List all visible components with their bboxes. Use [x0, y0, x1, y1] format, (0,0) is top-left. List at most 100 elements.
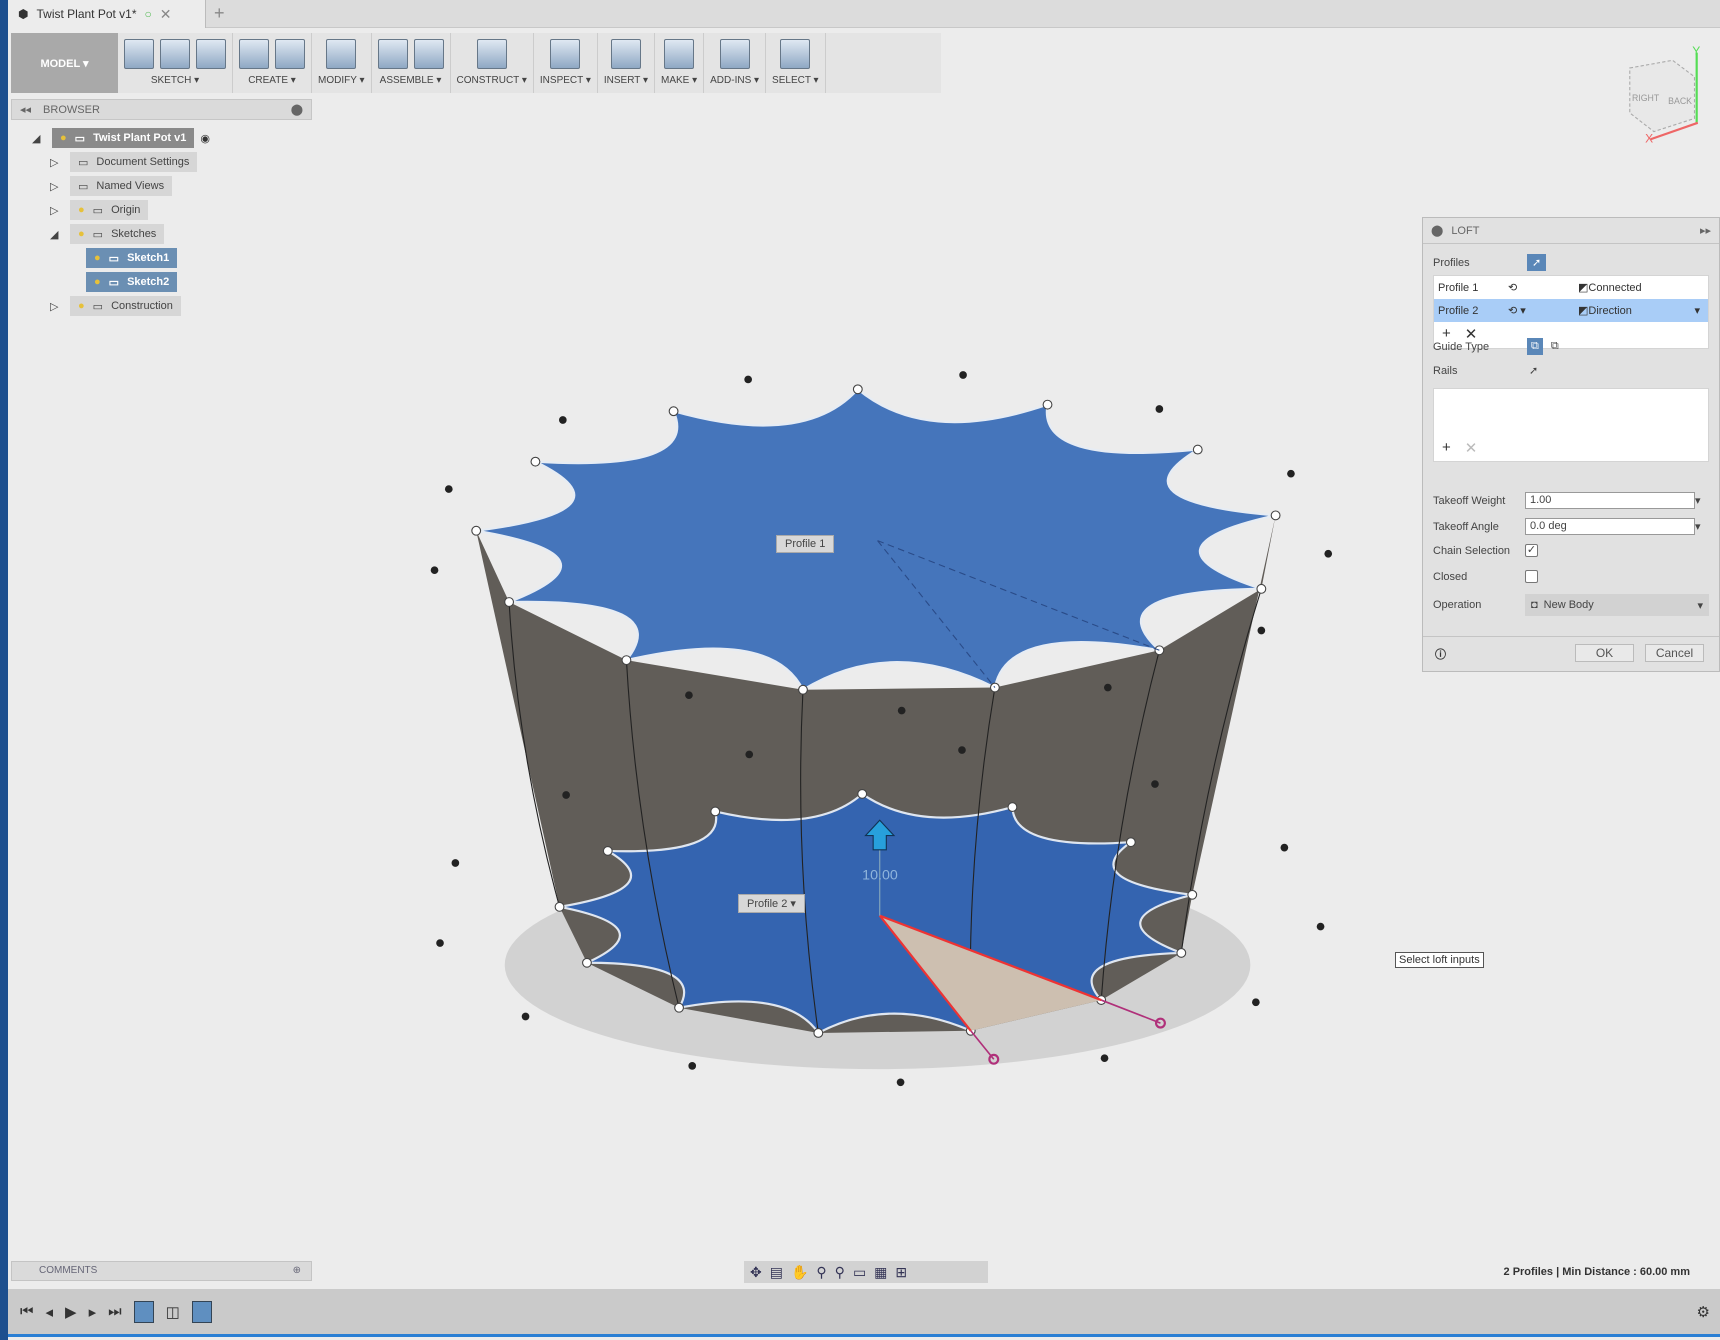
sketch-point[interactable]: [668, 406, 679, 417]
sketch-point[interactable]: [554, 901, 565, 912]
control-point[interactable]: [451, 859, 460, 867]
sketch-point[interactable]: [1176, 947, 1187, 958]
sketch-point[interactable]: [857, 788, 868, 799]
sketch-point[interactable]: [1187, 889, 1198, 900]
control-point[interactable]: [1252, 998, 1260, 1007]
chain-selection-checkbox[interactable]: ✓: [1525, 544, 1538, 557]
orbit-icon[interactable]: ✥: [750, 1264, 762, 1281]
add-icon[interactable]: +: [1442, 439, 1451, 457]
zoom-icon[interactable]: ⚲: [816, 1264, 826, 1281]
closed-checkbox[interactable]: [1525, 570, 1538, 583]
cancel-button[interactable]: Cancel: [1645, 644, 1704, 662]
centerline-guide-icon[interactable]: ⧉: [1551, 340, 1559, 353]
control-point[interactable]: [745, 750, 754, 759]
go-to-end-icon[interactable]: ⏭: [108, 1303, 122, 1320]
control-point[interactable]: [744, 375, 752, 384]
profile-row[interactable]: Profile 2 ⟲ ▾ ◩ Direction ▾: [1434, 299, 1708, 322]
sketch-point[interactable]: [1042, 399, 1053, 410]
viewcube-right[interactable]: RIGHT: [1632, 93, 1660, 103]
control-point[interactable]: [958, 746, 966, 754]
grid-icon[interactable]: ▦: [874, 1264, 887, 1281]
profile-condition[interactable]: Connected: [1588, 282, 1641, 294]
sketch-point[interactable]: [582, 957, 592, 968]
control-point[interactable]: [959, 371, 967, 379]
look-at-icon[interactable]: ▤: [770, 1264, 783, 1281]
timeline-sketch-icon[interactable]: [133, 1300, 154, 1323]
takeoff-angle-input[interactable]: 0.0 deg: [1525, 518, 1695, 535]
sketch-point[interactable]: [1125, 837, 1136, 848]
step-forward-icon[interactable]: ▸: [89, 1303, 97, 1321]
select-rails-icon[interactable]: ➚: [1529, 364, 1538, 377]
sketch-point[interactable]: [621, 655, 632, 666]
control-point[interactable]: [1103, 683, 1112, 692]
sketch-point[interactable]: [602, 845, 613, 856]
flip-icon[interactable]: ⟲ ▾: [1508, 304, 1578, 317]
control-point[interactable]: [444, 485, 453, 493]
flip-icon[interactable]: ⟲: [1508, 281, 1578, 294]
dropdown-icon[interactable]: ▾: [1695, 494, 1701, 507]
timeline-sketch-icon[interactable]: [191, 1300, 212, 1323]
add-comment-icon[interactable]: ⊕: [293, 1262, 301, 1280]
profile-condition[interactable]: Direction: [1588, 305, 1694, 317]
sketch-point[interactable]: [504, 597, 515, 607]
control-point[interactable]: [562, 791, 570, 799]
go-to-start-icon[interactable]: ⏮: [20, 1303, 34, 1320]
sketch-point[interactable]: [1256, 583, 1267, 594]
profile-1-face[interactable]: [476, 387, 1276, 692]
control-point[interactable]: [1155, 405, 1164, 413]
dropdown-icon[interactable]: ▾: [1695, 520, 1701, 533]
takeoff-weight-input[interactable]: 1.00: [1525, 492, 1695, 509]
sketch-point[interactable]: [471, 525, 482, 536]
profile-row[interactable]: Profile 1 ⟲ ◩ Connected: [1434, 276, 1708, 299]
sketch-point[interactable]: [852, 384, 863, 395]
control-point[interactable]: [1151, 780, 1159, 788]
control-point[interactable]: [1287, 469, 1295, 478]
step-back-icon[interactable]: ◂: [46, 1303, 54, 1321]
sketch-point[interactable]: [530, 456, 541, 467]
control-point[interactable]: [436, 939, 444, 947]
viewcube[interactable]: RIGHT BACK X Y: [1629, 44, 1701, 146]
fit-icon[interactable]: ⚲: [835, 1264, 845, 1281]
distance-value[interactable]: 10.00: [862, 867, 898, 883]
sketch-point[interactable]: [813, 1028, 824, 1038]
pan-icon[interactable]: ✋: [791, 1264, 808, 1281]
control-point[interactable]: [430, 566, 439, 575]
sketch-point[interactable]: [798, 684, 808, 695]
control-point[interactable]: [1324, 549, 1333, 558]
control-point[interactable]: [896, 1078, 905, 1087]
profile-1-label[interactable]: Profile 1: [776, 535, 835, 553]
viewcube-back[interactable]: BACK: [1668, 96, 1692, 106]
expand-icon[interactable]: ▸▸: [1700, 224, 1711, 237]
rails-guide-icon[interactable]: ⧉: [1527, 338, 1543, 355]
display-settings-icon[interactable]: ▭: [853, 1264, 866, 1281]
control-point[interactable]: [688, 1062, 697, 1070]
sketch-point[interactable]: [710, 806, 721, 817]
control-point[interactable]: [897, 706, 906, 715]
sketch-point[interactable]: [674, 1002, 685, 1013]
control-point[interactable]: [1257, 626, 1266, 635]
remove-icon[interactable]: ✕: [1465, 439, 1478, 457]
minimize-icon[interactable]: ⬤: [1431, 224, 1443, 237]
control-point[interactable]: [521, 1012, 530, 1021]
settings-gear-icon[interactable]: ⚙: [1697, 1303, 1710, 1321]
profile-2-label[interactable]: Profile 2 ▾: [738, 894, 805, 913]
sketch-point[interactable]: [989, 682, 1000, 693]
control-point[interactable]: [1100, 1054, 1109, 1063]
timeline-plane-icon[interactable]: ◫: [166, 1303, 180, 1321]
info-icon[interactable]: ⓘ: [1435, 646, 1446, 662]
control-point[interactable]: [558, 416, 567, 424]
control-point[interactable]: [1280, 843, 1289, 852]
x-axis-label: X: [1645, 132, 1653, 146]
sketch-point[interactable]: [1007, 802, 1018, 813]
play-icon[interactable]: ▶: [65, 1303, 77, 1321]
comments-panel[interactable]: COMMENTS ⊕: [11, 1261, 312, 1281]
viewports-icon[interactable]: ⊞: [895, 1264, 907, 1281]
dropdown-icon[interactable]: ▾: [1694, 304, 1708, 317]
control-point[interactable]: [685, 691, 693, 700]
select-profiles-button[interactable]: ➚: [1527, 254, 1547, 271]
ok-button[interactable]: OK: [1575, 644, 1634, 662]
operation-select[interactable]: ◘ New Body ▾: [1525, 594, 1709, 616]
control-point[interactable]: [1316, 922, 1325, 931]
sketch-point[interactable]: [1192, 444, 1203, 455]
sketch-point[interactable]: [1270, 510, 1281, 521]
